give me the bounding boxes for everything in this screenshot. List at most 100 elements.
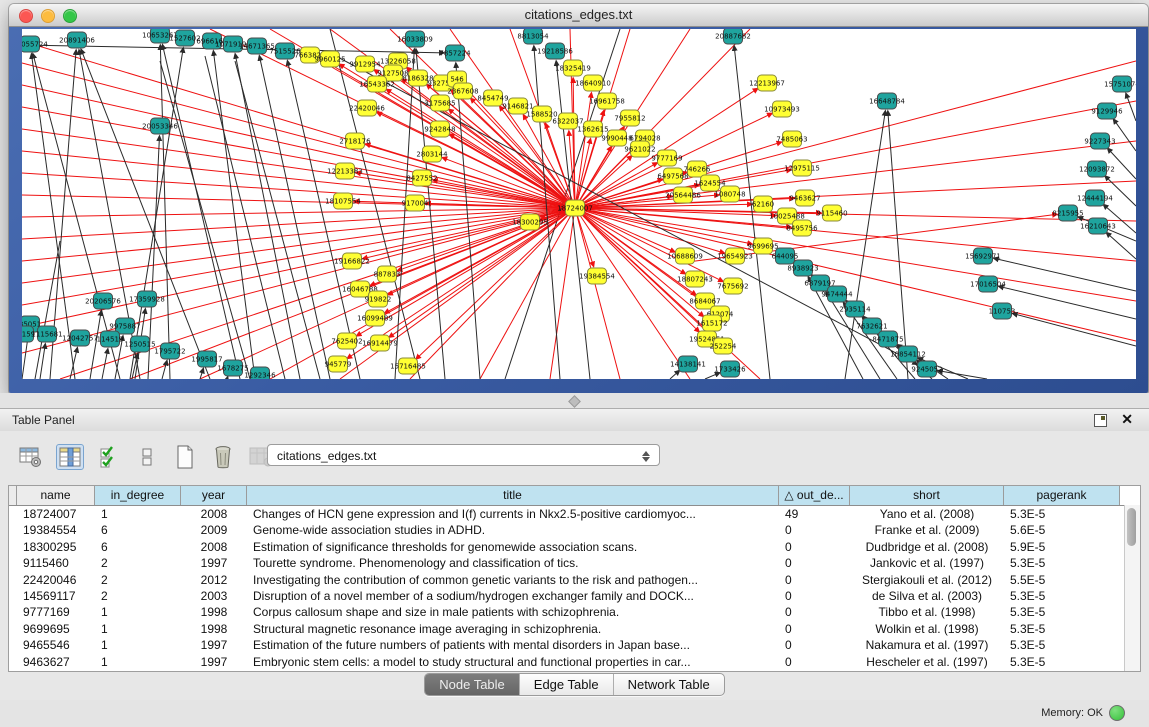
graph-node[interactable]: 252254 bbox=[710, 338, 737, 354]
graph-node[interactable]: 12042757 bbox=[62, 330, 98, 346]
delete-table-icon[interactable] bbox=[210, 445, 236, 469]
graph-node-label: 18300295 bbox=[512, 219, 548, 227]
graph-node-label: 9463627 bbox=[789, 195, 820, 203]
show-columns-icon[interactable] bbox=[56, 444, 84, 470]
graph-node[interactable]: 1795722 bbox=[154, 343, 185, 359]
column-header-pagerank[interactable]: pagerank bbox=[1004, 486, 1120, 505]
window-titlebar[interactable]: citations_edges.txt bbox=[9, 4, 1148, 27]
graph-node[interactable]: 8813054 bbox=[517, 29, 549, 44]
graph-node[interactable]: 19218586 bbox=[537, 43, 573, 59]
table-select-combobox[interactable]: citations_edges.txt bbox=[267, 444, 660, 466]
row-height-icon[interactable] bbox=[134, 445, 160, 469]
graph-node[interactable]: 8427552 bbox=[406, 170, 437, 186]
graph-node[interactable]: 1733426 bbox=[714, 361, 746, 377]
graph-node[interactable]: 12093872 bbox=[1079, 161, 1115, 177]
graph-node-label: 887833 bbox=[374, 271, 401, 279]
table-row[interactable]: 969969511998Structural magnetic resonanc… bbox=[9, 621, 1140, 637]
column-header-title[interactable]: title bbox=[247, 486, 779, 505]
table-row[interactable]: 1456911722003Disruption of a novel membe… bbox=[9, 588, 1140, 604]
graph-node[interactable]: 16099489 bbox=[357, 310, 393, 326]
table-row[interactable]: 911546021997Tourette syndrome. Phenomeno… bbox=[9, 555, 1140, 571]
scrollbar-thumb[interactable] bbox=[1127, 508, 1136, 546]
graph-node[interactable]: 917004 bbox=[402, 195, 429, 211]
table-row[interactable]: 977716911998Corpus callosum shape and si… bbox=[9, 604, 1140, 620]
combobox-spinner-icon[interactable] bbox=[640, 448, 651, 464]
graph-node[interactable]: 18640910 bbox=[575, 75, 611, 91]
tab-network-table[interactable]: Network Table bbox=[614, 674, 724, 695]
network-canvas[interactable]: 1405572420891406106532671527602696616010… bbox=[22, 29, 1136, 379]
graph-node[interactable]: 15751074 bbox=[1104, 76, 1136, 92]
graph-node[interactable]: 12444194 bbox=[1077, 190, 1113, 206]
column-header-year[interactable]: year bbox=[181, 486, 247, 505]
graph-node[interactable]: 16033809 bbox=[397, 31, 433, 47]
graph-node[interactable]: 18325419 bbox=[555, 60, 591, 76]
graph-node[interactable]: 2803144 bbox=[416, 146, 448, 162]
graph-node-label: 1795722 bbox=[154, 348, 185, 356]
tab-node-table[interactable]: Node Table bbox=[425, 674, 520, 695]
graph-node[interactable]: 7485063 bbox=[776, 131, 807, 147]
graph-node[interactable]: 7675692 bbox=[717, 278, 748, 294]
column-header-out_de[interactable]: △ out_de... bbox=[779, 486, 850, 505]
graph-node[interactable]: 9115460 bbox=[816, 205, 847, 221]
graph-edge bbox=[1013, 314, 1136, 346]
graph-node[interactable]: 62160 bbox=[752, 196, 774, 212]
table-cell: 5.6E-5 bbox=[1004, 522, 1120, 538]
panel-splitter[interactable] bbox=[0, 393, 1149, 408]
table-row[interactable]: 2242004622012Investigating the contribut… bbox=[9, 572, 1140, 588]
graph-node[interactable]: 114519 bbox=[97, 331, 124, 347]
graph-node[interactable]: 10688609 bbox=[667, 248, 703, 264]
graph-node[interactable]: 887833 bbox=[374, 266, 401, 282]
table-row[interactable]: 946362711997Embryonic stem cells: a mode… bbox=[9, 654, 1140, 670]
tab-edge-table[interactable]: Edge Table bbox=[520, 674, 614, 695]
graph-node[interactable]: 7857224 bbox=[439, 45, 471, 61]
graph-node[interactable]: 9912954 bbox=[349, 56, 381, 72]
graph-node[interactable]: 16648784 bbox=[869, 93, 905, 109]
graph-node[interactable]: 7955812 bbox=[614, 110, 645, 126]
graph-node-label: 7625402 bbox=[331, 338, 362, 346]
graph-node[interactable]: 1292346 bbox=[244, 367, 276, 379]
graph-node-label: 8495756 bbox=[786, 225, 818, 233]
graph-node[interactable]: 945779 bbox=[325, 356, 352, 372]
graph-node[interactable]: 18107554 bbox=[325, 193, 361, 209]
memory-status-indicator[interactable] bbox=[1109, 705, 1125, 721]
graph-node[interactable]: 110753 bbox=[989, 303, 1016, 319]
graph-node[interactable]: 3175685 bbox=[424, 95, 455, 111]
table-row[interactable]: 1830029562008Estimation of significance … bbox=[9, 539, 1140, 555]
graph-node[interactable]: 9463627 bbox=[789, 190, 820, 206]
table-row[interactable]: 946554611997Estimation of the future num… bbox=[9, 637, 1140, 653]
table-row[interactable]: 1938455462009Genome-wide association stu… bbox=[9, 522, 1140, 538]
vertical-scrollbar[interactable] bbox=[1124, 505, 1140, 671]
graph-node[interactable]: 20053346 bbox=[142, 118, 178, 134]
table-row[interactable]: 1872400712008Changes of HCN gene express… bbox=[9, 506, 1140, 522]
close-panel-icon[interactable]: ✕ bbox=[1121, 411, 1133, 428]
graph-node[interactable]: 919822 bbox=[365, 291, 392, 307]
splitter-handle-icon[interactable] bbox=[568, 395, 581, 408]
column-header-short[interactable]: short bbox=[850, 486, 1004, 505]
graph-node[interactable]: 16914479 bbox=[362, 335, 398, 351]
graph-node[interactable]: 1250515 bbox=[124, 336, 155, 352]
graph-node[interactable]: 17359928 bbox=[129, 291, 165, 307]
graph-node[interactable]: 9129946 bbox=[1091, 103, 1123, 119]
graph-node-label: 14138141 bbox=[670, 361, 706, 369]
graph-node[interactable]: 15692971 bbox=[965, 248, 1001, 264]
graph-edge bbox=[395, 49, 414, 379]
new-table-icon[interactable] bbox=[172, 445, 198, 469]
graph-node[interactable]: 14138141 bbox=[670, 356, 706, 372]
graph-node-label: 9960125 bbox=[314, 56, 345, 64]
graph-node[interactable]: 8215955 bbox=[1052, 205, 1083, 221]
graph-node[interactable]: 2718176 bbox=[339, 133, 371, 149]
graph-node[interactable]: 10854112 bbox=[890, 346, 926, 362]
graph-node[interactable]: 19166822 bbox=[334, 253, 370, 269]
table-settings-icon[interactable] bbox=[18, 445, 44, 469]
graph-node[interactable]: 19384554 bbox=[579, 268, 615, 284]
graph-edge bbox=[556, 61, 590, 379]
table-cell: Tourette syndrome. Phenomenology and cla… bbox=[247, 555, 779, 571]
column-header-name[interactable]: name bbox=[17, 486, 95, 505]
graph-node-label: 15751074 bbox=[1104, 81, 1136, 89]
select-rows-icon[interactable] bbox=[96, 445, 122, 469]
graph-node[interactable]: 20887682 bbox=[715, 29, 751, 44]
graph-node[interactable]: 14055724 bbox=[22, 36, 48, 52]
column-header-in_degree[interactable]: in_degree bbox=[95, 486, 181, 505]
float-panel-icon[interactable] bbox=[1094, 414, 1107, 427]
graph-node[interactable]: 12213967 bbox=[749, 75, 785, 91]
